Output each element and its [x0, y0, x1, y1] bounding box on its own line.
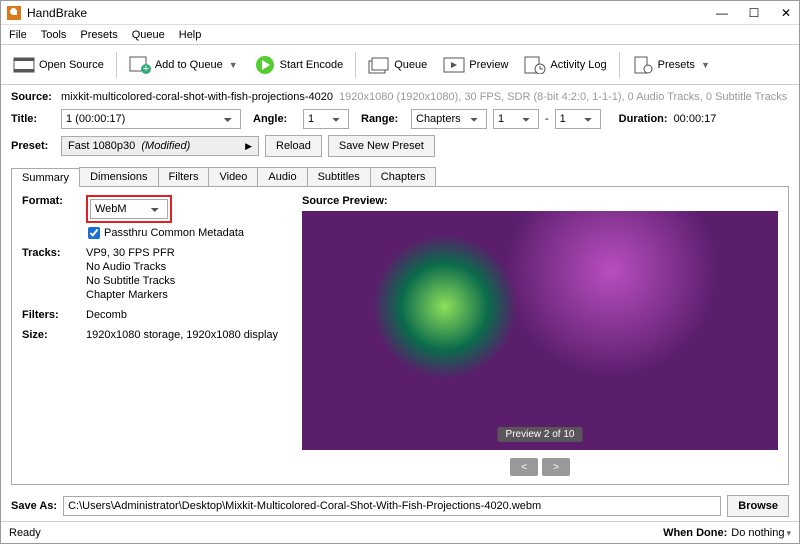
tab-chapters[interactable]: Chapters — [370, 167, 437, 186]
format-highlight: WebM — [86, 195, 172, 223]
tabs: Summary Dimensions Filters Video Audio S… — [11, 167, 789, 187]
add-to-queue-label: Add to Queue — [155, 59, 223, 71]
size-value: 1920x1080 storage, 1920x1080 display — [86, 329, 278, 341]
tracks-video: VP9, 30 FPS PFR — [86, 247, 175, 259]
saveas-row: Save As: Browse — [1, 491, 799, 521]
statusbar: Ready When Done: Do nothing▾ — [1, 521, 799, 543]
angle-select[interactable]: 1 — [303, 109, 349, 129]
source-file: mixkit-multicolored-coral-shot-with-fish… — [61, 91, 333, 103]
window-title: HandBrake — [27, 6, 715, 20]
title-row: Title: 1 (00:00:17) Angle: 1 Range: Chap… — [11, 109, 789, 129]
range-sep: - — [545, 113, 549, 125]
filters-label: Filters: — [22, 309, 76, 321]
format-label: Format: — [22, 195, 76, 207]
passthru-label: Passthru Common Metadata — [104, 227, 244, 239]
range-type-select[interactable]: Chapters — [411, 109, 487, 129]
duration-label: Duration: — [619, 113, 668, 125]
svg-text:+: + — [143, 63, 149, 74]
app-icon — [7, 6, 21, 20]
preview-prev-button[interactable]: < — [510, 458, 538, 476]
menu-help[interactable]: Help — [179, 29, 202, 41]
preview-label: Preview — [469, 59, 508, 71]
tab-filters[interactable]: Filters — [158, 167, 210, 186]
toolbar: Open Source + Add to Queue ▼ Start Encod… — [1, 45, 799, 85]
tracks-chapters: Chapter Markers — [86, 289, 175, 301]
tab-video[interactable]: Video — [208, 167, 258, 186]
tracks-label: Tracks: — [22, 247, 76, 259]
when-done-label: When Done: — [663, 527, 727, 539]
size-label: Size: — [22, 329, 76, 341]
chevron-down-icon: ▼ — [701, 60, 710, 70]
maximize-button[interactable]: ☐ — [747, 6, 761, 20]
menu-tools[interactable]: Tools — [41, 29, 67, 41]
tab-dimensions[interactable]: Dimensions — [79, 167, 158, 186]
passthru-checkbox[interactable] — [88, 227, 100, 239]
open-source-label: Open Source — [39, 59, 104, 71]
saveas-input[interactable] — [63, 496, 721, 516]
preset-label: Preset: — [11, 140, 55, 152]
preset-select[interactable]: Fast 1080p30 (Modified) ▶ — [61, 136, 259, 156]
activity-log-button[interactable]: Activity Log — [518, 53, 612, 77]
play-icon — [254, 55, 276, 75]
tab-audio[interactable]: Audio — [257, 167, 307, 186]
filters-value: Decomb — [86, 309, 127, 321]
preview-button[interactable]: Preview — [437, 53, 514, 77]
status-ready: Ready — [9, 527, 41, 539]
menu-queue[interactable]: Queue — [132, 29, 165, 41]
summary-panel: Format: WebM Passthru Common Metadata Tr… — [11, 187, 789, 485]
activity-log-label: Activity Log — [550, 59, 606, 71]
preview-badge: Preview 2 of 10 — [498, 427, 583, 442]
source-row: Source: mixkit-multicolored-coral-shot-w… — [11, 91, 789, 103]
menu-file[interactable]: File — [9, 29, 27, 41]
gear-doc-icon — [632, 55, 654, 75]
preview-icon — [443, 55, 465, 75]
duration-value: 00:00:17 — [674, 113, 717, 125]
source-preview-image: Preview 2 of 10 — [302, 211, 778, 450]
clock-log-icon — [524, 55, 546, 75]
close-button[interactable]: ✕ — [779, 6, 793, 20]
film-icon — [13, 55, 35, 75]
source-meta: 1920x1080 (1920x1080), 30 FPS, SDR (8-bi… — [339, 91, 787, 103]
title-label: Title: — [11, 113, 55, 125]
titlebar: HandBrake — ☐ ✕ — [1, 1, 799, 25]
minimize-button[interactable]: — — [715, 6, 729, 20]
reload-button[interactable]: Reload — [265, 135, 322, 157]
tab-summary[interactable]: Summary — [11, 168, 80, 187]
chevron-down-icon: ▼ — [229, 60, 238, 70]
source-label: Source: — [11, 91, 55, 103]
start-encode-label: Start Encode — [280, 59, 344, 71]
queue-button[interactable]: Queue — [362, 53, 433, 77]
tracks-audio: No Audio Tracks — [86, 261, 175, 273]
menu-presets[interactable]: Presets — [80, 29, 117, 41]
angle-label: Angle: — [253, 113, 297, 125]
preview-next-button[interactable]: > — [542, 458, 570, 476]
format-select[interactable]: WebM — [90, 199, 168, 219]
preset-row: Preset: Fast 1080p30 (Modified) ▶ Reload… — [11, 135, 789, 157]
range-label: Range: — [361, 113, 405, 125]
title-select[interactable]: 1 (00:00:17) — [61, 109, 241, 129]
browse-button[interactable]: Browse — [727, 495, 789, 517]
saveas-label: Save As: — [11, 500, 57, 512]
stack-icon — [368, 55, 390, 75]
open-source-button[interactable]: Open Source — [7, 53, 110, 77]
tab-subtitles[interactable]: Subtitles — [307, 167, 371, 186]
range-from-select[interactable]: 1 — [493, 109, 539, 129]
menubar: File Tools Presets Queue Help — [1, 25, 799, 45]
presets-button[interactable]: Presets ▼ — [626, 53, 716, 77]
when-done-select[interactable]: Do nothing▾ — [731, 527, 791, 539]
save-new-preset-button[interactable]: Save New Preset — [328, 135, 435, 157]
start-encode-button[interactable]: Start Encode — [248, 53, 350, 77]
image-plus-icon: + — [129, 55, 151, 75]
source-preview-label: Source Preview: — [302, 195, 778, 207]
queue-label: Queue — [394, 59, 427, 71]
presets-label: Presets — [658, 59, 695, 71]
add-to-queue-button[interactable]: + Add to Queue ▼ — [123, 53, 244, 77]
tracks-subtitle: No Subtitle Tracks — [86, 275, 175, 287]
range-to-select[interactable]: 1 — [555, 109, 601, 129]
